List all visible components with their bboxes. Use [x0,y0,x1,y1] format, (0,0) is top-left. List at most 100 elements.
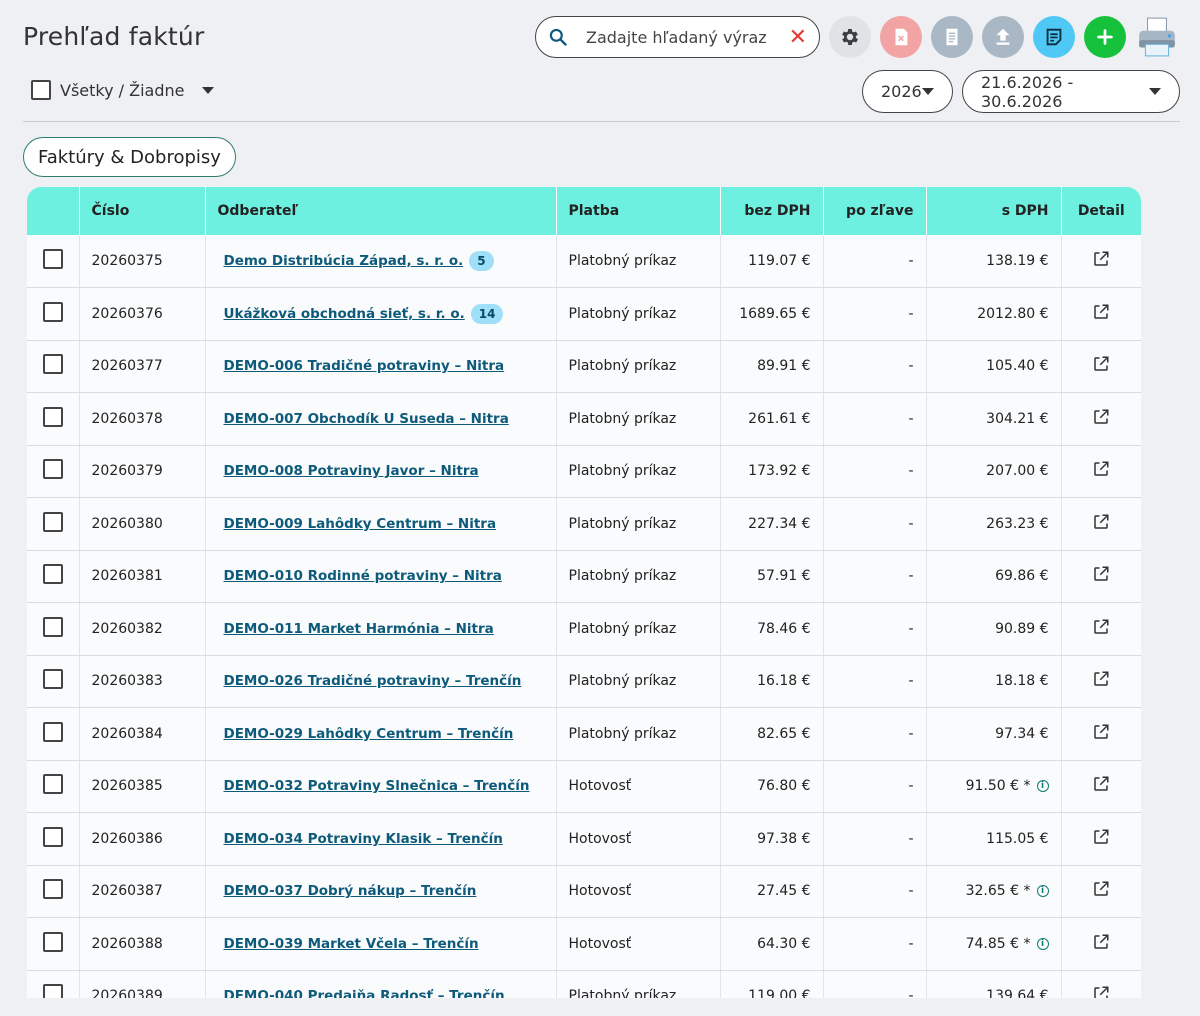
open-external-icon[interactable] [1092,250,1110,268]
table-row: 20260379 DEMO-008 Potraviny Javor – Nitra… [27,445,1141,498]
row-checkbox[interactable] [42,459,63,480]
row-checkbox[interactable] [42,721,63,742]
header-payment[interactable]: Platba [555,187,720,235]
customer-link[interactable]: DEMO-009 Lahôdky Centrum – Nitra [224,516,497,532]
payment-method: Hotovosť [555,812,720,866]
amount-gross-cell: 97.34 € [925,707,1061,761]
row-checkbox[interactable] [42,354,63,375]
invoice-number: 20260386 [78,812,205,866]
row-checkbox[interactable] [42,301,63,322]
amount-gross: 304.21 € [986,410,1049,427]
delete-button[interactable] [880,16,922,58]
customer-link[interactable]: DEMO-007 Obchodík U Suseda – Nitra [224,411,509,427]
gear-icon [842,29,858,45]
tab-invoices-credit-notes[interactable]: Faktúry & Dobropisy [23,137,236,177]
search-input[interactable] [584,26,789,48]
amount-discount: - [822,917,926,971]
print-button[interactable] [1134,16,1180,58]
detail-cell [1060,970,1141,998]
open-external-icon[interactable] [1092,828,1110,846]
open-external-icon[interactable] [1092,775,1110,793]
select-all-dropdown-icon[interactable] [202,86,215,94]
open-external-icon[interactable] [1092,933,1110,951]
open-external-icon[interactable] [1092,985,1110,998]
customer-link[interactable]: DEMO-029 Lahôdky Centrum – Trenčín [224,726,514,742]
amount-net: 119.07 € [719,235,823,288]
row-checkbox[interactable] [42,931,63,952]
detail-cell [1060,497,1141,551]
add-button[interactable] [1084,16,1126,58]
open-external-icon[interactable] [1092,513,1110,531]
note-button[interactable] [1033,16,1075,58]
select-all-control[interactable]: Všetky / Žiadne [31,80,215,100]
open-external-icon[interactable] [1092,880,1110,898]
open-external-icon[interactable] [1092,408,1110,426]
customer-link[interactable]: DEMO-006 Tradičné potraviny – Nitra [224,358,505,374]
payment-method: Platobný príkaz [555,235,720,288]
clear-search-icon[interactable]: ✕ [789,26,807,48]
row-select [27,812,79,866]
info-icon[interactable]: i [1036,885,1049,898]
open-external-icon[interactable] [1092,355,1110,373]
note-icon [1046,28,1062,46]
info-icon[interactable]: i [1036,780,1049,793]
row-checkbox[interactable] [42,984,63,998]
upload-button[interactable] [982,16,1024,58]
amount-gross-cell: 32.65 € * i [925,865,1061,918]
header-discount[interactable]: po zľave [822,187,926,235]
customer-link[interactable]: Demo Distribúcia Západ, s. r. o. [224,253,464,269]
customer-cell: DEMO-009 Lahôdky Centrum – Nitra [204,497,556,551]
document-button[interactable] [931,16,973,58]
settings-button[interactable] [829,16,871,58]
payment-method: Hotovosť [555,760,720,813]
customer-link[interactable]: DEMO-032 Potraviny Slnečnica – Trenčín [224,778,530,794]
row-checkbox[interactable] [42,826,63,847]
open-external-icon[interactable] [1092,565,1110,583]
row-select [27,970,79,998]
amount-discount: - [822,392,926,446]
customer-cell: DEMO-032 Potraviny Slnečnica – Trenčín [204,760,556,813]
row-checkbox[interactable] [42,511,63,532]
row-checkbox[interactable] [42,879,63,900]
header-gross[interactable]: s DPH [925,187,1061,235]
amount-discount: - [822,760,926,813]
header-net[interactable]: bez DPH [719,187,823,235]
search-box[interactable]: ✕ [535,16,820,58]
row-checkbox[interactable] [42,564,63,585]
customer-link[interactable]: DEMO-039 Market Včela – Trenčín [224,936,479,952]
open-external-icon[interactable] [1092,670,1110,688]
year-select[interactable]: 2026 [862,70,953,113]
amount-discount: - [822,655,926,708]
header-number[interactable]: Číslo [78,187,205,235]
row-select [27,602,79,656]
row-checkbox[interactable] [42,669,63,690]
row-checkbox[interactable] [42,406,63,427]
detail-cell [1060,707,1141,761]
row-checkbox[interactable] [42,249,63,269]
customer-link[interactable]: DEMO-034 Potraviny Klasik – Trenčín [224,831,503,847]
customer-link[interactable]: DEMO-008 Potraviny Javor – Nitra [224,463,479,479]
open-external-icon[interactable] [1092,303,1110,321]
payment-method: Platobný príkaz [555,445,720,498]
open-external-icon[interactable] [1092,723,1110,741]
customer-link[interactable]: DEMO-010 Rodinné potraviny – Nitra [224,568,502,584]
row-checkbox[interactable] [42,616,63,637]
select-all-checkbox[interactable] [31,80,51,100]
row-select [27,917,79,971]
amount-gross: 18.18 € [995,673,1049,690]
date-range-select[interactable]: 21.6.2026 - 30.6.2026 [962,70,1180,113]
amount-gross: 263.23 € [986,515,1049,532]
open-external-icon[interactable] [1092,460,1110,478]
customer-link[interactable]: DEMO-040 Predajňa Radosť – Trenčín [224,988,505,998]
customer-link[interactable]: Ukážková obchodná sieť, s. r. o. [224,306,465,322]
table-row: 20260385 DEMO-032 Potraviny Slnečnica – T… [27,760,1141,813]
customer-link[interactable]: DEMO-037 Dobrý nákup – Trenčín [224,883,477,899]
row-checkbox[interactable] [42,774,63,795]
customer-link[interactable]: DEMO-011 Market Harmónia – Nitra [224,621,494,637]
header-customer[interactable]: Odberateľ [204,187,556,235]
info-icon[interactable]: i [1036,937,1049,950]
customer-link[interactable]: DEMO-026 Tradičné potraviny – Trenčín [224,673,522,689]
row-select [27,865,79,918]
open-external-icon[interactable] [1092,618,1110,636]
row-select [27,287,79,341]
